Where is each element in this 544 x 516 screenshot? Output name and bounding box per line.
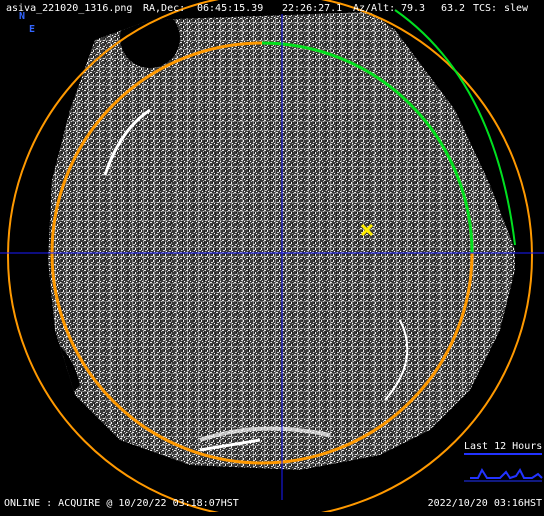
timestamp: 2022/10/20 03:16HST: [427, 498, 542, 509]
alt-value: 63.2: [441, 3, 466, 14]
radec-label: RA,Dec:: [143, 3, 186, 14]
header-bar: asiva_221020_1316.png RA,Dec: 06:45:15.3…: [0, 2, 544, 16]
ra-value: 06:45:15.39: [197, 3, 264, 14]
compass-east: E: [29, 24, 36, 35]
tcs-label: TCS:: [473, 3, 498, 14]
history-title: Last 12 Hours: [464, 441, 543, 452]
status-line: ONLINE : ACQUIRE @ 10/20/22 03:18:07HST: [4, 498, 239, 509]
compass-north: N: [19, 11, 26, 22]
az-value: 79.3: [401, 3, 426, 14]
sky-camera-viewer[interactable]: asiva_221020_1316.png RA,Dec: 06:45:15.3…: [0, 0, 544, 516]
dec-value: 22:26:27.1: [282, 3, 343, 14]
azalt-label: Az/Alt:: [353, 3, 396, 14]
tcs-state: slew: [504, 3, 529, 14]
sky-image: [0, 0, 544, 516]
history-sparkline: [470, 467, 543, 480]
